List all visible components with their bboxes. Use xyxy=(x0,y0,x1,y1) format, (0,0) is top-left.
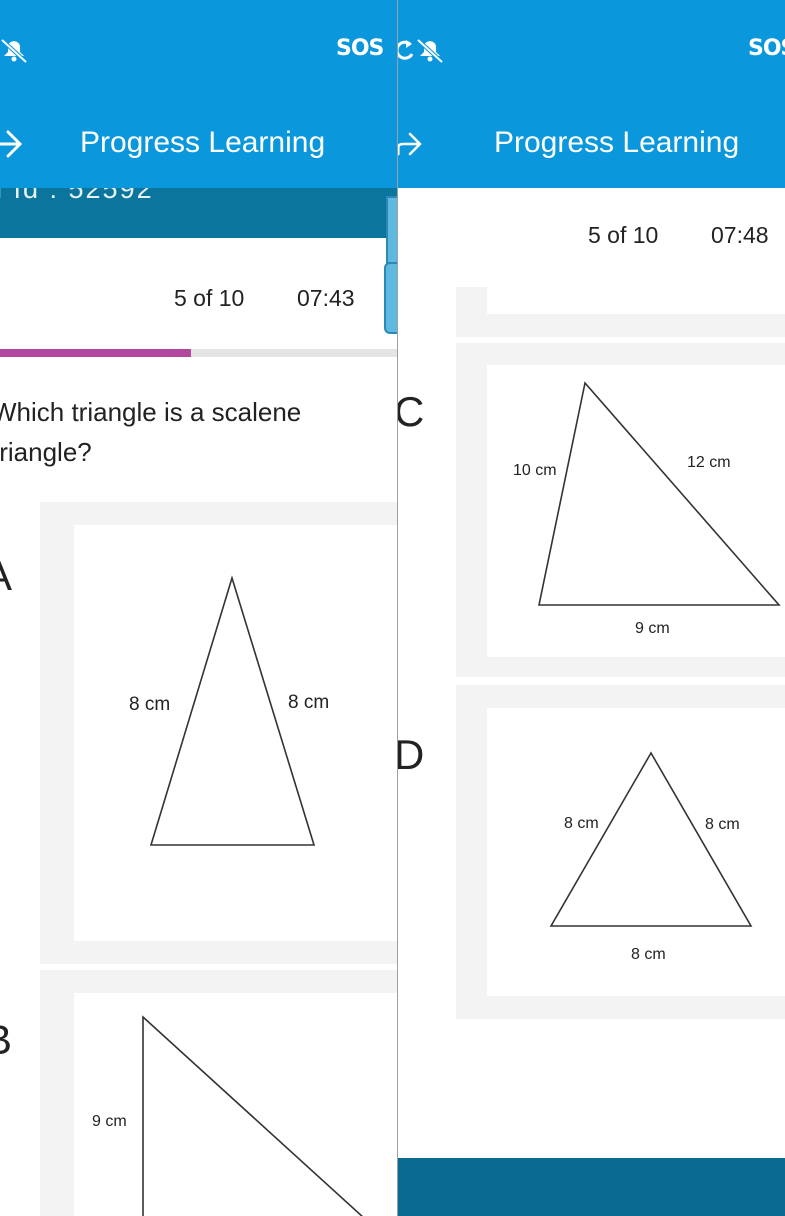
equilateral-triangle-figure: 8 cm 8 cm 8 cm xyxy=(549,751,753,963)
triangle-shape xyxy=(142,1015,363,1216)
arrow-right-icon[interactable] xyxy=(398,126,430,162)
side-label: 9 cm xyxy=(635,620,670,637)
option-letter: C xyxy=(398,388,425,435)
app-title: Progress Learning xyxy=(80,126,326,159)
side-label: 8 cm xyxy=(288,692,329,713)
progress-fill xyxy=(0,349,192,357)
progress-bar xyxy=(0,349,398,357)
option-b-letter-area xyxy=(0,970,40,1216)
right-screen: SOS Progress Learning 5 of 10 07:48 C 10… xyxy=(398,0,785,1216)
side-label: 10 cm xyxy=(513,462,557,479)
question-counter: 5 of 10 xyxy=(588,222,659,248)
bell-off-icon xyxy=(0,38,28,64)
timer: 07:48 xyxy=(711,222,769,248)
bottom-action-bar[interactable] xyxy=(398,1158,785,1216)
option-b-image-edge xyxy=(487,287,785,314)
option-c-image[interactable]: 10 cm 12 cm 9 cm xyxy=(487,365,785,657)
right-triangle-figure: 9 cm xyxy=(92,1015,363,1216)
sos-indicator: SOS xyxy=(748,36,785,61)
app-header: SOS Progress Learning xyxy=(0,0,398,188)
isosceles-triangle-figure: 8 cm 8 cm xyxy=(129,575,329,846)
panel-edge-tab[interactable] xyxy=(384,262,398,334)
screen-divider xyxy=(397,0,398,1216)
option-a-image[interactable]: 8 cm 8 cm xyxy=(74,525,398,941)
question-counter: 5 of 10 xyxy=(174,285,245,311)
arrow-right-icon[interactable] xyxy=(0,126,28,162)
triangle-shape xyxy=(538,381,781,606)
question-text: Which triangle is a scalene triangle? xyxy=(0,397,302,467)
side-label: 8 cm xyxy=(705,816,740,833)
option-letter: D xyxy=(398,731,425,778)
option-d-image[interactable]: 8 cm 8 cm 8 cm xyxy=(487,708,785,996)
side-label: 9 cm xyxy=(92,1113,127,1130)
left-screen: SOS Progress Learning l Id : 52592 5 of … xyxy=(0,0,398,1216)
side-label: 12 cm xyxy=(687,454,731,471)
rotation-lock-icon xyxy=(398,40,414,60)
app-header: SOS Progress Learning xyxy=(398,0,785,188)
timer: 07:43 xyxy=(297,285,355,311)
side-label: 8 cm xyxy=(564,815,599,832)
scalene-triangle-figure: 10 cm 12 cm 9 cm xyxy=(513,381,781,637)
option-letter: B xyxy=(0,1016,12,1064)
app-title: Progress Learning xyxy=(494,126,740,159)
triangle-shape xyxy=(549,751,753,927)
bell-off-icon xyxy=(416,38,444,64)
option-b-image[interactable]: 9 cm xyxy=(74,993,398,1216)
question-id: l Id : 52592 xyxy=(0,188,154,204)
side-label: 8 cm xyxy=(631,946,666,963)
option-letter: A xyxy=(0,552,12,600)
question-id-bar: l Id : 52592 xyxy=(0,188,398,238)
sos-indicator: SOS xyxy=(336,36,384,61)
side-label: 8 cm xyxy=(129,694,170,715)
